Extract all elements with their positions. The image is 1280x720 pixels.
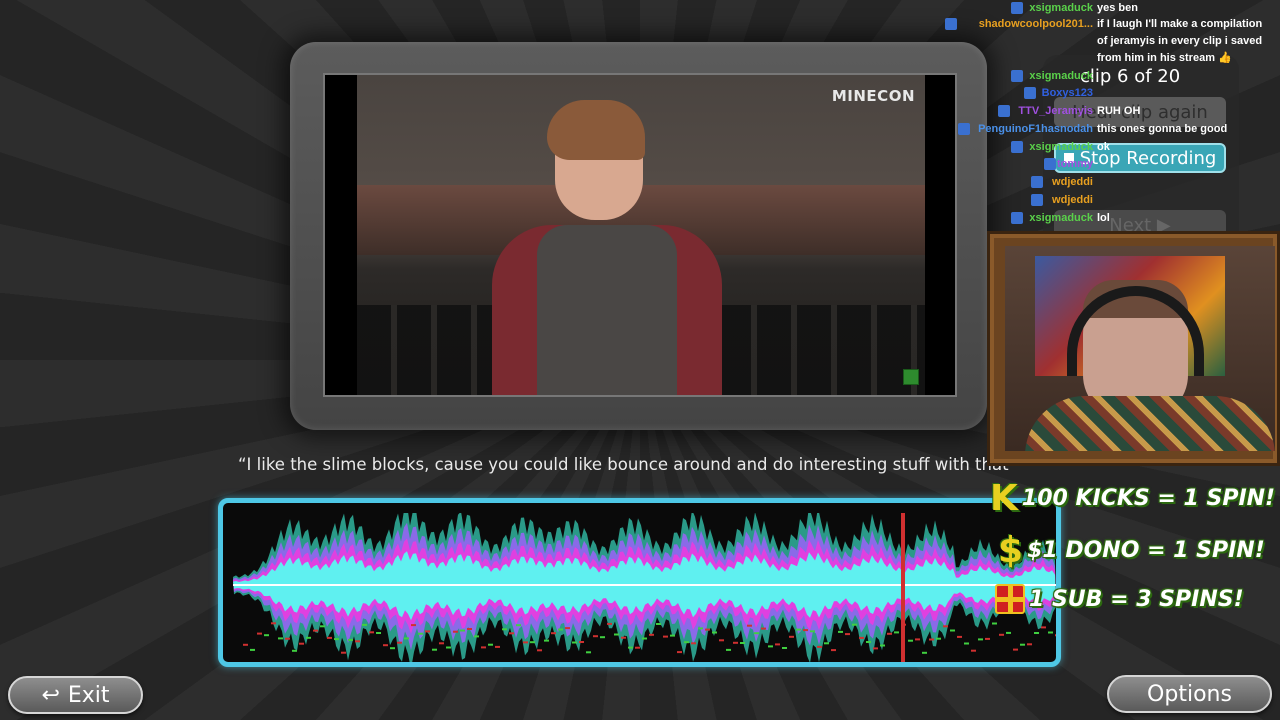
chat-text: this ones gonna be good	[1097, 123, 1228, 135]
return-arrow-icon: ↩	[41, 682, 60, 708]
clip-counter: clip 6 of 20	[1080, 66, 1181, 87]
chat-username: xsigmaduck	[1029, 141, 1093, 153]
chat-username: tommy	[1056, 158, 1093, 170]
promo-dono-text: $1 DONO = 1 SPIN!	[1027, 538, 1265, 563]
chat-badge-icon	[1011, 212, 1023, 224]
video-scene	[357, 75, 925, 395]
chat-text: RUH OH	[1097, 105, 1141, 117]
promo-sub: 1 SUB = 3 SPINS!	[995, 584, 1244, 614]
chat-text: yes ben	[1097, 2, 1138, 14]
chat-badge-icon	[1030, 194, 1043, 206]
chat-username: xsigmaduck	[1029, 212, 1093, 224]
waveform-graphic[interactable]	[233, 513, 1056, 662]
chat-badge-icon	[1011, 2, 1023, 14]
chat-badge-icon	[1024, 87, 1037, 99]
chat-badge-icon	[1044, 158, 1056, 170]
minecon-logo: MINECON	[831, 87, 915, 105]
promo-kicks: K 100 KICKS = 1 SPIN!	[990, 478, 1275, 519]
chat-username: shadowcoolpool201...	[978, 18, 1093, 30]
waveform-panel[interactable]	[218, 498, 1061, 667]
chat-text: lol	[1097, 212, 1110, 224]
promo-dono: $ $1 DONO = 1 SPIN!	[998, 530, 1265, 571]
chat-text: ok	[1097, 141, 1110, 153]
chat-text: if I laugh I'll make a compilation of je…	[1097, 18, 1263, 64]
chat-badge-icon	[1030, 176, 1043, 188]
creeper-icon	[903, 369, 919, 385]
chat-username: wdjeddi	[1052, 176, 1093, 188]
chat-username: xsigmaduck	[1029, 2, 1093, 14]
chat-badge-icon	[1011, 70, 1023, 82]
playhead-marker[interactable]	[901, 513, 905, 662]
chat-badge-icon	[1011, 141, 1023, 153]
options-label: Options	[1147, 681, 1232, 707]
webcam-feed	[1005, 246, 1275, 451]
kick-k-icon: K	[990, 478, 1018, 519]
exit-label: Exit	[67, 682, 110, 708]
video-player[interactable]: MINECON	[323, 73, 957, 397]
promo-kicks-text: 100 KICKS = 1 SPIN!	[1021, 486, 1276, 511]
clip-subtitle: “I like the slime blocks, cause you coul…	[238, 455, 1009, 474]
promo-sub-text: 1 SUB = 3 SPINS!	[1029, 586, 1244, 612]
chat-username: TTV_Jeramyis	[1018, 105, 1093, 117]
chat-badge-icon	[958, 123, 971, 135]
chat-badge-icon	[997, 105, 1010, 117]
speaker-shirt	[537, 225, 677, 395]
chat-username: xsigmaduck	[1029, 70, 1093, 82]
chat-username: wdjeddi	[1052, 194, 1093, 206]
streamer-shirt	[1025, 396, 1275, 451]
chat-username: Boxys123	[1041, 87, 1093, 99]
dollar-icon: $	[998, 530, 1024, 571]
gift-icon	[995, 584, 1025, 614]
exit-button[interactable]: ↩ Exit	[8, 676, 143, 714]
chat-username: PenguinoF1hasnodah	[978, 123, 1093, 135]
options-button[interactable]: Options	[1107, 675, 1272, 713]
chat-badge-icon	[945, 18, 957, 30]
speaker-hair	[547, 100, 645, 160]
